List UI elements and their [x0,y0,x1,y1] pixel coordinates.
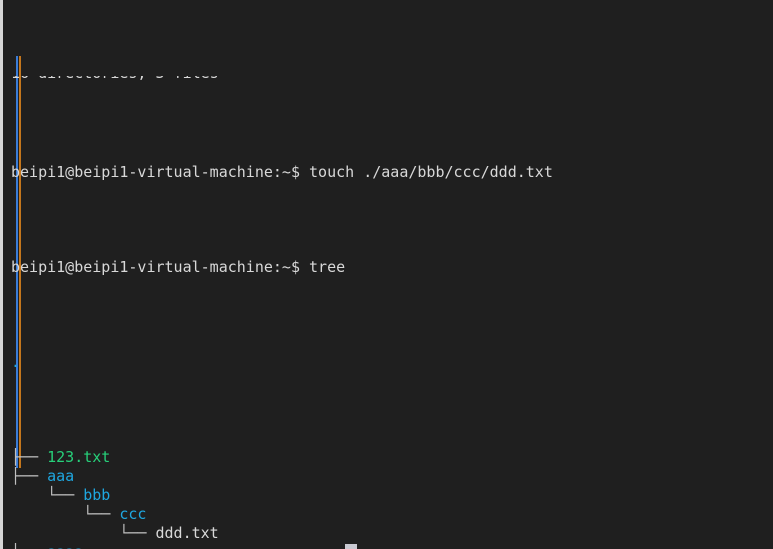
tree-entry: ├── aaa [11,467,773,486]
scrolled-off-text: 16 directories, 3 files [11,76,219,82]
prompt-tree: beipi1@beipi1-virtual-machine:~$ [11,258,300,276]
touch-command-text: touch ./aaa/bbb/ccc/ddd.txt [309,163,553,181]
space-2 [300,258,309,276]
tree-branch-connector: └── [11,524,156,542]
scrolled-off-line: 16 directories, 3 files [11,76,773,87]
tree-entry: └── ccc [11,505,773,524]
tree-entry-list: ├── 123.txt ├── aaa └── bbb └── ccc └── d… [11,448,773,549]
prompt-touch: beipi1@beipi1-virtual-machine:~$ [11,163,300,181]
tree-entry-name: aaa [47,467,75,485]
tree-entry-name: aaaa [47,543,83,549]
tree-entry-name: ccc [119,505,147,523]
command-line-touch[interactable]: beipi1@beipi1-virtual-machine:~$ touch .… [11,163,773,182]
tree-entry-name: 123.txt [47,448,111,466]
space-1 [300,163,309,181]
command-line-tree[interactable]: beipi1@beipi1-virtual-machine:~$ tree [11,258,773,277]
tree-entry-name: ddd.txt [155,524,219,542]
tree-branch-connector: └── [11,486,84,504]
tree-branch-connector: ├── [11,543,47,549]
tree-branch-connector: └── [11,505,120,523]
tree-branch-connector: ├── [11,467,48,485]
text-cursor [345,544,357,549]
tree-entry: └── ddd.txt [11,524,773,543]
terminal-window[interactable]: 16 directories, 3 files beipi1@beipi1-vi… [0,0,773,549]
terminal-output[interactable]: 16 directories, 3 files beipi1@beipi1-vi… [3,0,773,549]
tree-entry-name: bbb [83,486,111,504]
tree-branch-connector: ├── [11,448,48,466]
tree-entry: └── bbb [11,486,773,505]
tree-root-label: . [11,353,21,371]
tree-command-text: tree [309,258,346,276]
tree-root-line: . [11,353,773,372]
tree-entry: ├── aaaa [11,543,773,549]
tree-entry: ├── 123.txt [11,448,773,467]
